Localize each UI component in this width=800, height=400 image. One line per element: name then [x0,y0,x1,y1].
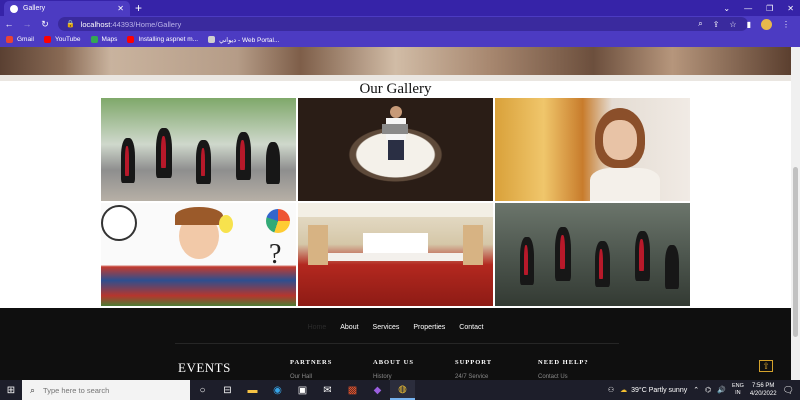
reload-icon[interactable]: ↻ [36,19,54,30]
photo-never-stop-learning[interactable]: ? [101,203,296,306]
bookmark-web-portal[interactable]: ديواني - Web Portal... [208,36,279,44]
new-tab-button[interactable]: + [135,1,142,15]
bookmark-star-icon[interactable]: ☆ [729,20,736,29]
minimize-button[interactable]: — [744,4,752,13]
portal-icon [208,36,216,43]
window-controls: ⌄ — ❐ ✕ [723,0,794,16]
photo-coffee-cup-laptop[interactable] [298,98,493,201]
footer-link-home[interactable]: Home [308,324,327,331]
windows-start-icon[interactable]: ⊞ [0,380,22,400]
footer-link-about[interactable]: About [340,324,358,331]
page-scrollbar[interactable] [791,47,800,380]
restore-button[interactable]: ❐ [766,4,773,13]
footer-col-partners: PARTNERS Our Hall [290,359,332,380]
visual-studio-icon[interactable]: ◆ [365,380,390,400]
store-icon[interactable]: ▣ [290,380,315,400]
hero-banner-image [0,47,791,81]
office-icon[interactable]: ▩ [340,380,365,400]
bookmark-installing-aspnet[interactable]: Installing aspnet m... [127,36,198,43]
windows-taskbar: ⊞ ⌕ ○ ⊟ ▬ ◉ ▣ ✉ ▩ ◆ ◍ ⚇ ☁39°C Partly sun… [0,380,800,400]
footer-col-heading: NEED HELP? [538,359,589,366]
footer-link-properties[interactable]: Properties [413,324,445,331]
url-text[interactable]: localhost:44393/Home/Gallery [81,20,181,29]
chevron-up-icon[interactable]: ⌃ [693,386,699,394]
bookmark-maps[interactable]: Maps [90,36,117,43]
side-panel-icon[interactable]: ▮ [747,20,751,29]
browser-toolbar: ← → ↻ 🔒 localhost:44393/Home/Gallery ⌕ ⇪… [0,16,800,32]
widgets-icon[interactable]: ⊟ [215,380,240,400]
footer-col-help: NEED HELP? Contact Us [538,359,589,380]
browser-tabstrip: Gallery ✕ + ⌄ — ❐ ✕ [0,0,800,16]
volume-icon[interactable]: 🔊 [717,386,726,394]
maps-icon [90,36,98,43]
weather-widget[interactable]: ☁ 39°C Partly sunny [620,386,687,395]
tab-gallery[interactable]: Gallery ✕ [4,1,130,16]
taskbar-search-input[interactable] [43,385,174,395]
youtube-icon [43,36,51,43]
clock[interactable]: 7:56 PM 4/20/2022 [750,382,777,398]
close-tab-icon[interactable]: ✕ [117,4,124,13]
footer-link-services[interactable]: Services [373,324,400,331]
sun-cloud-icon: ☁ [620,387,628,394]
events-heading: EVENTS [178,360,231,375]
profile-avatar[interactable] [761,18,772,30]
forward-icon[interactable]: → [18,19,36,29]
footer-nav: Home About Services Properties Contact [0,324,791,331]
footer-divider [175,343,619,344]
chrome-icon[interactable]: ◍ [390,380,415,400]
back-to-top-button[interactable]: ⇧ [759,360,773,372]
photo-graduates-jumping[interactable] [101,98,296,201]
bookmarks-bar: Gmail YouTube Maps Installing aspnet m..… [0,32,800,47]
close-window-button[interactable]: ✕ [787,4,794,13]
photo-conference-hall[interactable] [298,203,493,306]
tab-search-icon[interactable]: ⌄ [723,4,730,13]
share-icon[interactable]: ⇪ [713,20,720,29]
footer-col-heading: SUPPORT [455,359,493,366]
footer-col-support: SUPPORT 24/7 Service [455,359,492,380]
site-footer: Home About Services Properties Contact E… [0,308,791,380]
tab-title: Gallery [23,5,46,12]
photo-gallery-grid: ? [101,98,690,308]
page-viewport: Our Gallery ? Home About Services Proper… [0,47,791,380]
photo-woman-library[interactable] [495,98,690,201]
language-indicator[interactable]: ENG IN [732,383,744,397]
gmail-icon [6,36,13,43]
zoom-icon[interactable]: ⌕ [698,19,702,29]
taskbar-search[interactable]: ⌕ [22,380,190,400]
task-view-icon[interactable]: ○ [190,380,215,400]
footer-col-about: ABOUT US History [373,359,414,380]
youtube-icon [127,36,135,43]
people-icon[interactable]: ⚇ [608,386,614,394]
address-bar[interactable]: 🔒 localhost:44393/Home/Gallery [58,17,748,31]
notifications-icon[interactable]: 🗨 [783,385,794,396]
system-tray: ⚇ ☁ 39°C Partly sunny ⌃ ⌬ 🔊 ENG IN 7:56 PM… [608,380,800,400]
search-icon: ⌕ [30,384,36,395]
footer-col-heading: PARTNERS [290,359,333,366]
file-explorer-icon[interactable]: ▬ [240,380,265,400]
photo-graduates-jumping-dark[interactable] [495,203,690,306]
lock-icon[interactable]: 🔒 [66,20,75,28]
bookmark-youtube[interactable]: YouTube [43,36,81,43]
scrollbar-thumb[interactable] [793,167,798,337]
menu-dots-icon[interactable]: ⋮ [782,20,790,29]
toolbar-actions: ⌕ ⇪ ☆ ▮ ⋮ [698,16,790,32]
back-icon[interactable]: ← [0,19,18,29]
bookmark-gmail[interactable]: Gmail [6,36,34,43]
edge-icon[interactable]: ◉ [265,380,290,400]
footer-col-heading: ABOUT US [373,359,414,366]
page-title: Our Gallery [359,81,432,97]
network-icon[interactable]: ⌬ [705,386,711,394]
mail-icon[interactable]: ✉ [315,380,340,400]
globe-icon [10,4,18,13]
footer-link-contact[interactable]: Contact [459,324,483,331]
